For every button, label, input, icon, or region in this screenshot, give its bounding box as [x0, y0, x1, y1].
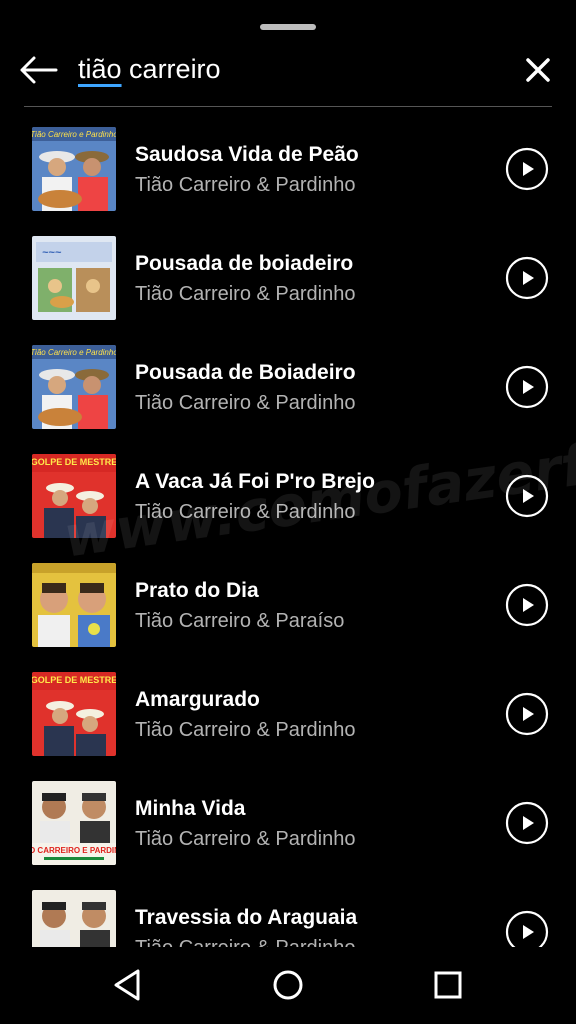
list-item[interactable]: Tião Carreiro e Pardinho Saudosa Vida de… [0, 115, 576, 223]
play-button[interactable] [505, 256, 549, 300]
nav-recents-button[interactable] [428, 965, 468, 1005]
song-artist: Tião Carreiro & Pardinho [135, 392, 356, 414]
play-circle-icon [505, 801, 549, 845]
song-artist: Tião Carreiro & Pardinho [135, 719, 356, 741]
play-button[interactable] [505, 583, 549, 627]
song-title: A Vaca Já Foi P'ro Brejo [135, 470, 375, 493]
search-input[interactable]: tião carreiro [78, 54, 221, 85]
album-cover [32, 890, 116, 947]
album-cover: Tião Carreiro e Pardinho [32, 345, 116, 429]
square-recents-icon [434, 971, 462, 999]
system-nav-bar [0, 947, 576, 1024]
song-title: Pousada de boiadeiro [135, 252, 354, 275]
back-button[interactable] [16, 54, 60, 86]
close-icon [526, 58, 550, 82]
play-circle-icon [505, 583, 549, 627]
song-title: Travessia do Araguaia [135, 906, 358, 929]
cover-text: Tião Carreiro e Pardinho [32, 348, 116, 357]
album-cover: GOLPE DE MESTRE [32, 454, 116, 538]
cover-text: GOLPE DE MESTRE [32, 675, 116, 685]
play-circle-icon [505, 147, 549, 191]
song-artist: Tião Carreiro & Pardinho [135, 501, 356, 523]
song-title: Pousada de Boiadeiro [135, 361, 356, 384]
song-artist: Tião Carreiro & Pardinho [135, 937, 355, 947]
nav-back-button[interactable] [108, 965, 148, 1005]
circle-home-icon [273, 970, 303, 1000]
play-button[interactable] [505, 692, 549, 736]
play-button[interactable] [505, 910, 549, 947]
play-button[interactable] [505, 147, 549, 191]
results-list: Tião Carreiro e Pardinho Saudosa Vida de… [0, 115, 576, 947]
list-item[interactable]: Tião Carreiro e Pardinho Pousada de Boia… [0, 333, 576, 441]
search-sheet: tião carreiro Tião Carreiro e Pardinho S… [0, 0, 576, 947]
cover-text: TIÃO CARREIRO E PARDINHO [32, 846, 116, 855]
play-circle-icon [505, 365, 549, 409]
list-item[interactable]: Travessia do Araguaia Tião Carreiro & Pa… [0, 878, 576, 947]
arrow-left-icon [20, 56, 58, 84]
album-cover: Tião Carreiro e Pardinho [32, 127, 116, 211]
play-circle-icon [505, 910, 549, 947]
search-query-rest: carreiro [121, 54, 221, 84]
song-title: Minha Vida [135, 797, 246, 820]
divider [24, 106, 552, 107]
cover-text: GOLPE DE MESTRE [32, 457, 116, 467]
close-button[interactable] [522, 54, 554, 86]
list-item[interactable]: TIÃO CARREIRO E PARDINHO Minha Vida Tião… [0, 769, 576, 877]
play-circle-icon [505, 474, 549, 518]
nav-home-button[interactable] [268, 965, 308, 1005]
song-title: Prato do Dia [135, 579, 259, 602]
play-button[interactable] [505, 474, 549, 518]
cover-text: Tião Carreiro e Pardinho [32, 130, 116, 139]
svg-text:~~~: ~~~ [42, 247, 62, 259]
album-cover [32, 563, 116, 647]
play-circle-icon [505, 692, 549, 736]
album-cover: TIÃO CARREIRO E PARDINHO [32, 781, 116, 865]
song-artist: Tião Carreiro & Pardinho [135, 174, 356, 196]
song-title: Saudosa Vida de Peão [135, 143, 359, 166]
play-button[interactable] [505, 801, 549, 845]
song-title: Amargurado [135, 688, 260, 711]
search-bar: tião carreiro [0, 44, 576, 106]
list-item[interactable]: ~~~ Pousada de boiadeiro Tião Carreiro &… [0, 224, 576, 332]
song-artist: Tião Carreiro & Pardinho [135, 828, 356, 850]
list-item[interactable]: GOLPE DE MESTRE A Vaca Já Foi P'ro Brejo… [0, 442, 576, 550]
song-artist: Tião Carreiro & Pardinho [135, 283, 356, 305]
album-cover: ~~~ [32, 236, 116, 320]
list-item[interactable]: Prato do Dia Tião Carreiro & Paraíso [0, 551, 576, 659]
search-query-word: tião [78, 54, 122, 84]
triangle-back-icon [114, 969, 140, 1001]
song-artist: Tião Carreiro & Paraíso [135, 610, 345, 632]
play-circle-icon [505, 256, 549, 300]
play-button[interactable] [505, 365, 549, 409]
album-cover: GOLPE DE MESTRE [32, 672, 116, 756]
drag-handle[interactable] [260, 24, 316, 30]
list-item[interactable]: GOLPE DE MESTRE Amargurado Tião Carreiro… [0, 660, 576, 768]
